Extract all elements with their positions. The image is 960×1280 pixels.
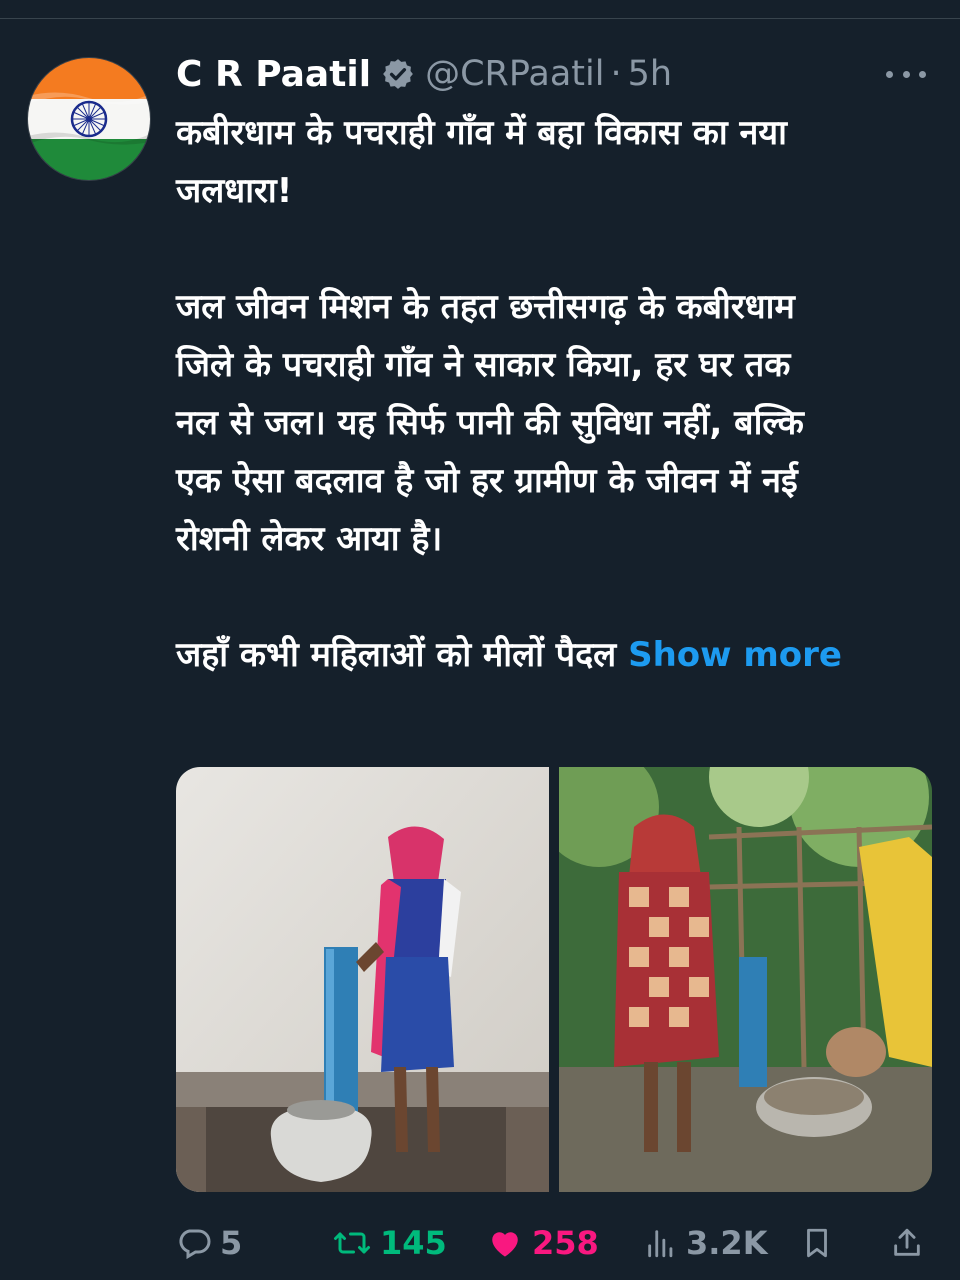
tweet-text-line: नल से जल। यह सिर्फ पानी की सुविधा नहीं, … (176, 403, 804, 443)
top-divider (0, 18, 960, 19)
like-count: 258 (532, 1224, 599, 1262)
avatar[interactable] (28, 58, 150, 180)
reply-count: 5 (220, 1224, 243, 1262)
share-icon (894, 1228, 920, 1256)
indian-flag-icon (28, 58, 150, 180)
tweet-text-line: जल जीवन मिशन के तहत छत्तीसगढ़ के कबीरधाम (176, 287, 795, 327)
separator-dot: · (610, 54, 622, 94)
more-options-icon[interactable] (886, 62, 926, 86)
views-button[interactable]: 3.2K (644, 1216, 767, 1270)
tweet-media (176, 767, 932, 1192)
retweet-button[interactable]: 145 (332, 1216, 447, 1270)
verified-badge-icon (381, 57, 415, 91)
woman-at-water-tap-icon (176, 767, 549, 1192)
reply-icon (179, 1229, 211, 1260)
author-handle[interactable]: @CRPaatil (425, 54, 604, 94)
tweet-actions-bar: 5 145 258 3.2K (176, 1216, 936, 1270)
bookmark-button[interactable] (800, 1216, 834, 1270)
tweet-text-line: एक ऐसा बदलाव है जो हर ग्रामीण के जीवन मे… (176, 461, 798, 501)
view-count: 3.2K (686, 1224, 768, 1262)
bar-chart-icon (648, 1230, 673, 1258)
retweet-icon (334, 1232, 370, 1254)
share-button[interactable] (890, 1216, 924, 1270)
heart-icon (492, 1232, 518, 1257)
tweet-text: कबीरधाम के पचराही गाँव में बहा विकास का … (176, 104, 936, 684)
tweet-text-line: जिले के पचराही गाँव ने साकार किया, हर घर… (176, 345, 791, 385)
media-photo-2[interactable] (559, 767, 932, 1192)
like-button[interactable]: 258 (486, 1216, 599, 1270)
tweet-text-line-last: जहाँ कभी महिलाओं को मीलों पैदल Show more (176, 626, 936, 684)
media-photo-1[interactable] (176, 767, 549, 1192)
author-display-name[interactable]: C R Paatil (176, 54, 371, 95)
reply-button[interactable]: 5 (176, 1216, 242, 1270)
tweet-text-fragment: जहाँ कभी महिलाओं को मीलों पैदल (176, 635, 617, 675)
tweet-header: C R Paatil @CRPaatil · 5h (176, 50, 672, 98)
tweet-text-line: रोशनी लेकर आया है। (176, 519, 443, 559)
tweet-timestamp[interactable]: 5h (628, 54, 672, 94)
tweet-text-line: जलधारा! (176, 171, 293, 211)
bookmark-icon (807, 1228, 827, 1258)
woman-at-water-tap-outdoors-icon (559, 767, 932, 1192)
tweet-text-line: कबीरधाम के पचराही गाँव में बहा विकास का … (176, 113, 787, 153)
show-more-link[interactable]: Show more (628, 635, 842, 675)
retweet-count: 145 (380, 1224, 447, 1262)
